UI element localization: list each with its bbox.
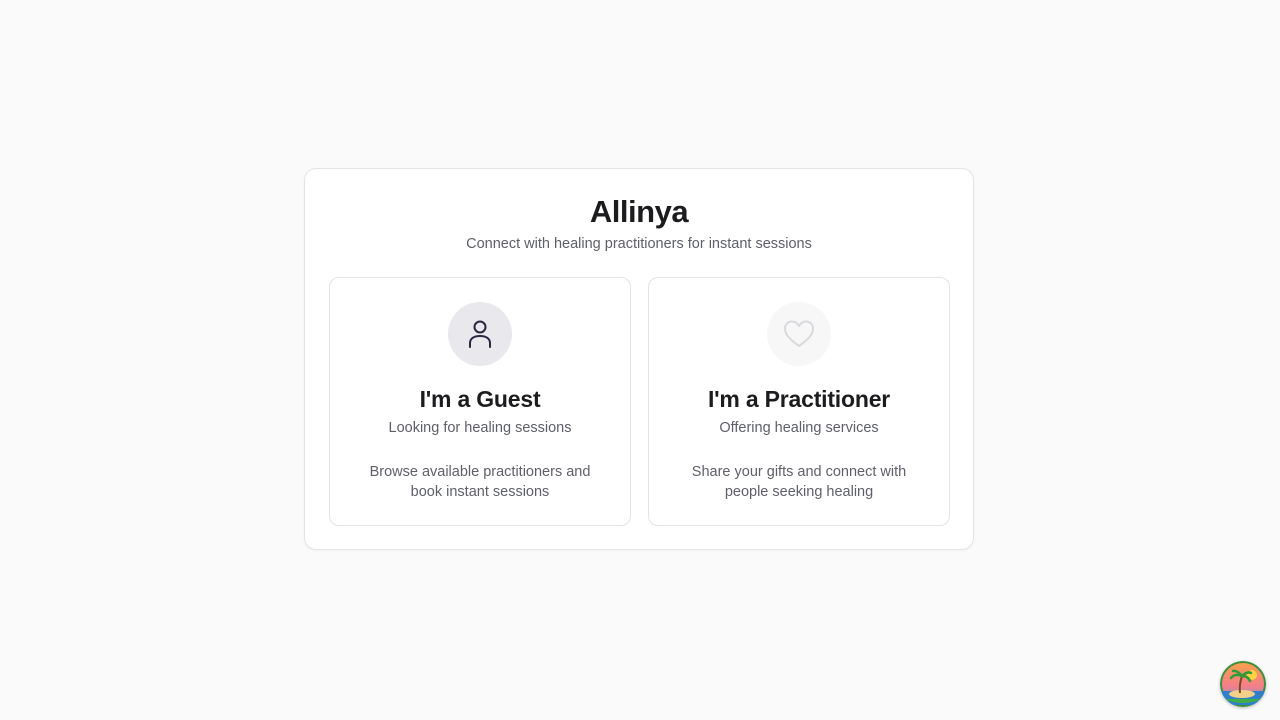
practitioner-option-title: I'm a Practitioner [707, 386, 891, 412]
role-selection-card: Allinya Connect with healing practitione… [304, 168, 974, 550]
guest-option-description: Browse available practitioners and book … [369, 464, 591, 500]
app-title: Allinya [589, 194, 689, 229]
user-icon [469, 320, 491, 348]
guest-option-subtitle: Looking for healing sessions [388, 420, 572, 436]
app-subtitle: Connect with healing practitioners for i… [466, 236, 812, 252]
practitioner-option-description: Share your gifts and connect with people… [691, 464, 907, 500]
guest-option-title: I'm a Guest [419, 386, 541, 412]
heart-icon [784, 320, 814, 347]
practitioner-option-card[interactable]: I'm a Practitioner Offering healing serv… [648, 277, 950, 526]
island-palm-icon[interactable] [1220, 661, 1266, 707]
guest-option-card[interactable]: I'm a Guest Looking for healing sessions… [329, 277, 631, 526]
practitioner-icon-circle [767, 302, 831, 366]
practitioner-option-subtitle: Offering healing services [719, 420, 879, 436]
guest-icon-circle [448, 302, 512, 366]
